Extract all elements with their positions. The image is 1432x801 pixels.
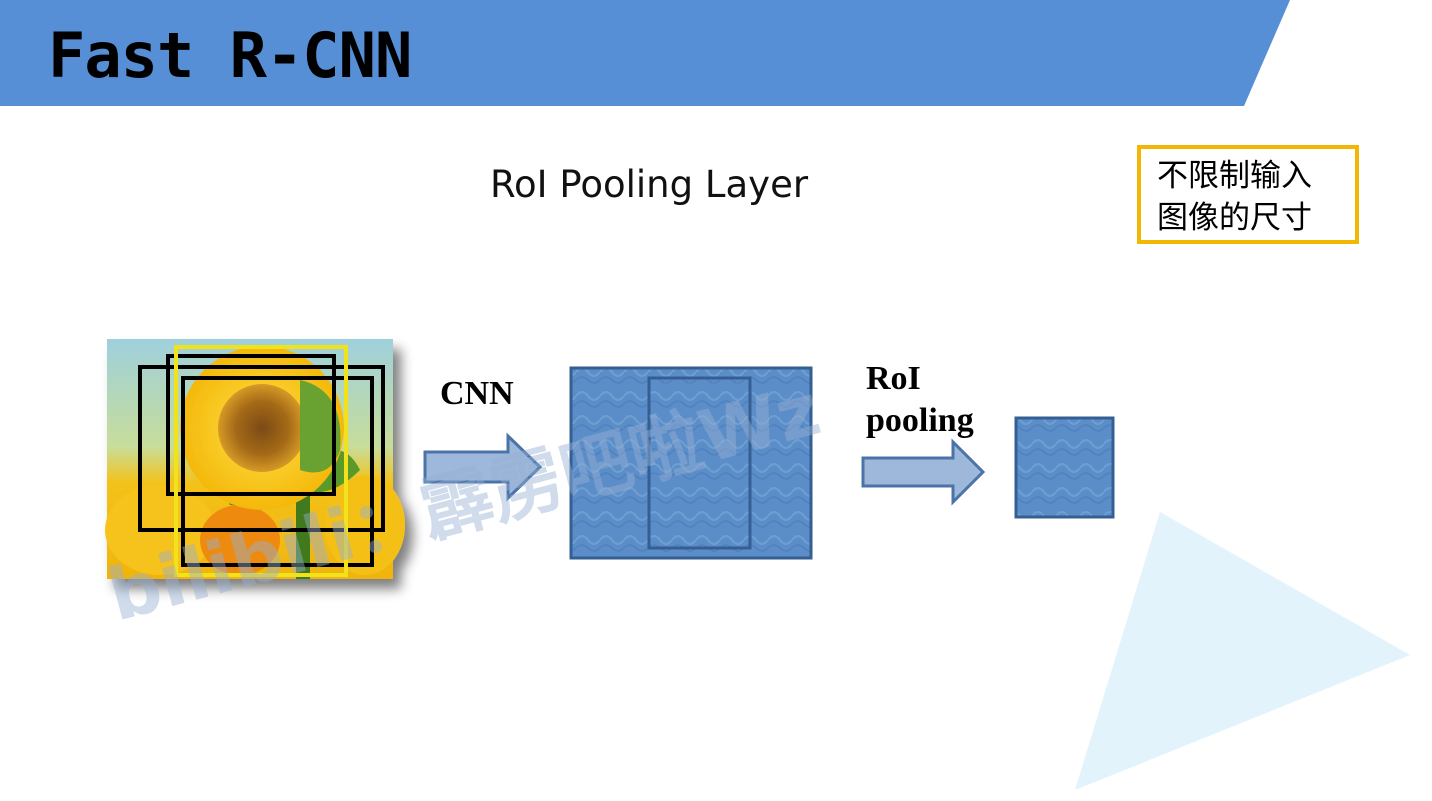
decorative-triangle — [1075, 512, 1410, 790]
roi-pooling-label: RoI pooling — [866, 358, 974, 442]
roi-pooling-arrow — [861, 438, 986, 506]
roi-label-line-1: RoI — [866, 360, 921, 397]
roi-label-line-2: pooling — [866, 402, 974, 439]
cnn-label: CNN — [440, 375, 514, 412]
pooled-feature-map — [1014, 416, 1115, 519]
